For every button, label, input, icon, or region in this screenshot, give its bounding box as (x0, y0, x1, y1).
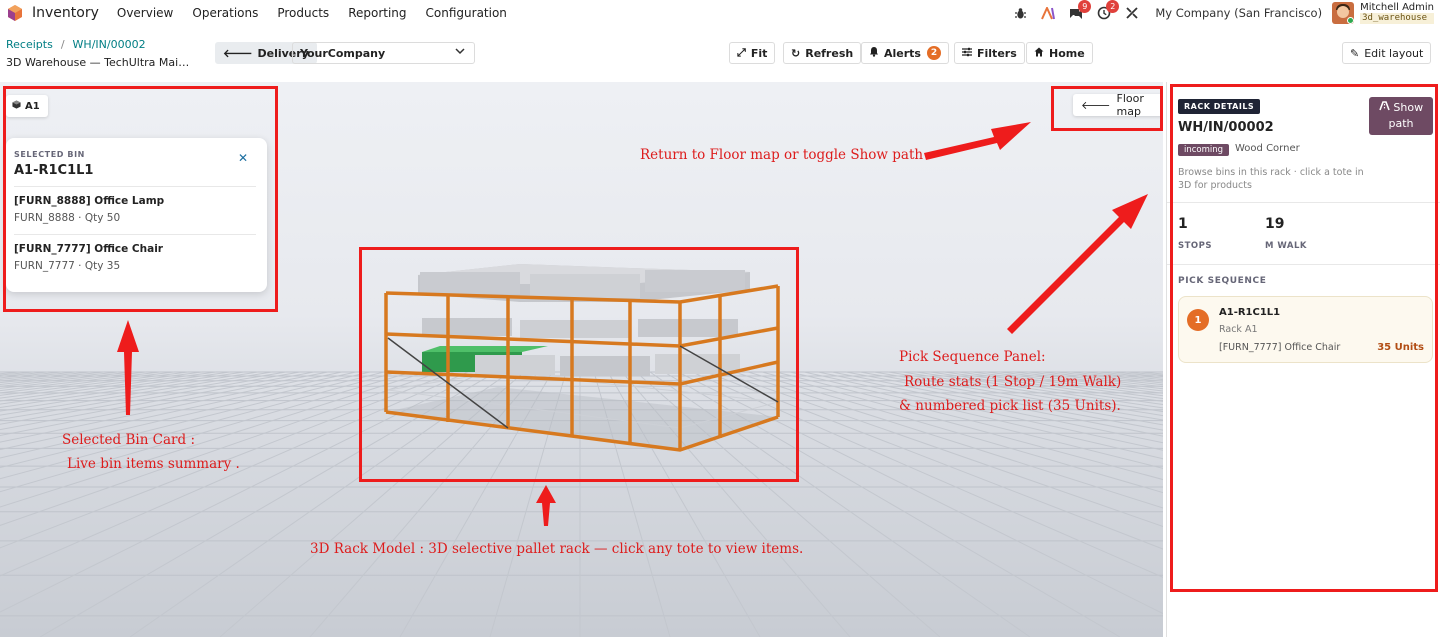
menu-overview[interactable]: Overview (117, 6, 174, 20)
arrow-left-icon: 🡐 (223, 47, 253, 60)
annotation-floor-map: Return to Floor map or toggle Show path (640, 147, 924, 163)
control-panel: Receipts / WH/IN/00002 3D Warehouse — Te… (0, 32, 1440, 80)
chat-icon[interactable]: 9 (1065, 0, 1092, 24)
alerts-count-badge: 2 (926, 46, 941, 60)
company-select-value: YourCompany (300, 46, 386, 60)
breadcrumb-receipts[interactable]: Receipts (6, 38, 53, 51)
home-label: Home (1049, 46, 1085, 60)
edit-layout-button[interactable]: ✎ Edit layout (1342, 42, 1432, 64)
expand-icon: ⤢ (737, 46, 746, 59)
alerts-button[interactable]: Alerts 2 (861, 42, 949, 64)
app-name[interactable]: Inventory (32, 5, 99, 21)
menu-configuration[interactable]: Configuration (426, 6, 507, 20)
annotation-box-panel (1170, 84, 1438, 592)
pencil-icon: ✎ (1350, 46, 1360, 60)
tools-icon[interactable] (1121, 2, 1143, 24)
filters-button[interactable]: Filters (954, 42, 1025, 64)
company-switcher[interactable]: My Company (San Francisco) (1155, 6, 1322, 20)
annotation-box-bin-card (3, 86, 278, 312)
annotation-panel-list: & numbered pick list (35 Units). (899, 398, 1121, 414)
breadcrumb-separator: / (60, 38, 65, 51)
annotation-rack-model: 3D Rack Model : 3D selective pallet rack… (310, 541, 804, 557)
annotation-bin-card-title: Selected Bin Card : (62, 432, 195, 448)
ai-assistant-icon[interactable] (1037, 2, 1059, 24)
menu-reporting[interactable]: Reporting (348, 6, 406, 20)
home-button[interactable]: Home (1026, 42, 1093, 64)
filters-label: Filters (977, 46, 1017, 60)
refresh-icon: ↻ (791, 46, 801, 60)
online-status-icon (1347, 17, 1355, 24)
annotation-panel-title: Pick Sequence Panel: (899, 349, 1046, 365)
user-name: Mitchell Admin (1360, 2, 1434, 13)
database-name: 3d_warehouse (1360, 13, 1434, 24)
menu-operations[interactable]: Operations (192, 6, 258, 20)
systray: 9 2 My Company (San Francisco) Mitchell … (1009, 0, 1434, 26)
user-menu[interactable]: Mitchell Admin 3d_warehouse (1360, 2, 1434, 24)
annotation-box-floor-map (1051, 86, 1163, 131)
bell-icon (869, 46, 879, 60)
bug-icon[interactable] (1009, 2, 1031, 24)
menu-products[interactable]: Products (277, 6, 329, 20)
alerts-label: Alerts (884, 46, 921, 60)
breadcrumb: Receipts / WH/IN/00002 (6, 38, 146, 51)
refresh-label: Refresh (805, 46, 854, 60)
fit-button[interactable]: ⤢ Fit (729, 42, 776, 64)
annotation-panel-stats: Route stats (1 Stop / 19m Walk) (904, 374, 1122, 390)
top-navbar: Inventory Overview Operations Products R… (0, 0, 1440, 26)
page-subtitle: 3D Warehouse — TechUltra Main ... (6, 56, 196, 69)
annotation-bin-card-desc: Live bin items summary . (67, 456, 240, 472)
company-select[interactable]: YourCompany (292, 42, 475, 64)
breadcrumb-current[interactable]: WH/IN/00002 (73, 38, 146, 51)
chat-count-badge: 9 (1078, 0, 1092, 13)
edit-layout-label: Edit layout (1364, 46, 1424, 60)
chevron-down-icon (455, 46, 465, 59)
refresh-button[interactable]: ↻ Refresh (783, 42, 862, 64)
inventory-app-icon[interactable] (6, 4, 24, 22)
annotation-box-rack (359, 247, 799, 482)
activity-count-badge: 2 (1106, 0, 1120, 13)
activity-clock-icon[interactable]: 2 (1093, 0, 1120, 24)
sliders-icon (962, 47, 972, 60)
fit-label: Fit (750, 46, 768, 60)
home-icon (1034, 47, 1044, 60)
user-avatar[interactable] (1332, 2, 1355, 24)
main-menu: Overview Operations Products Reporting C… (117, 6, 526, 20)
